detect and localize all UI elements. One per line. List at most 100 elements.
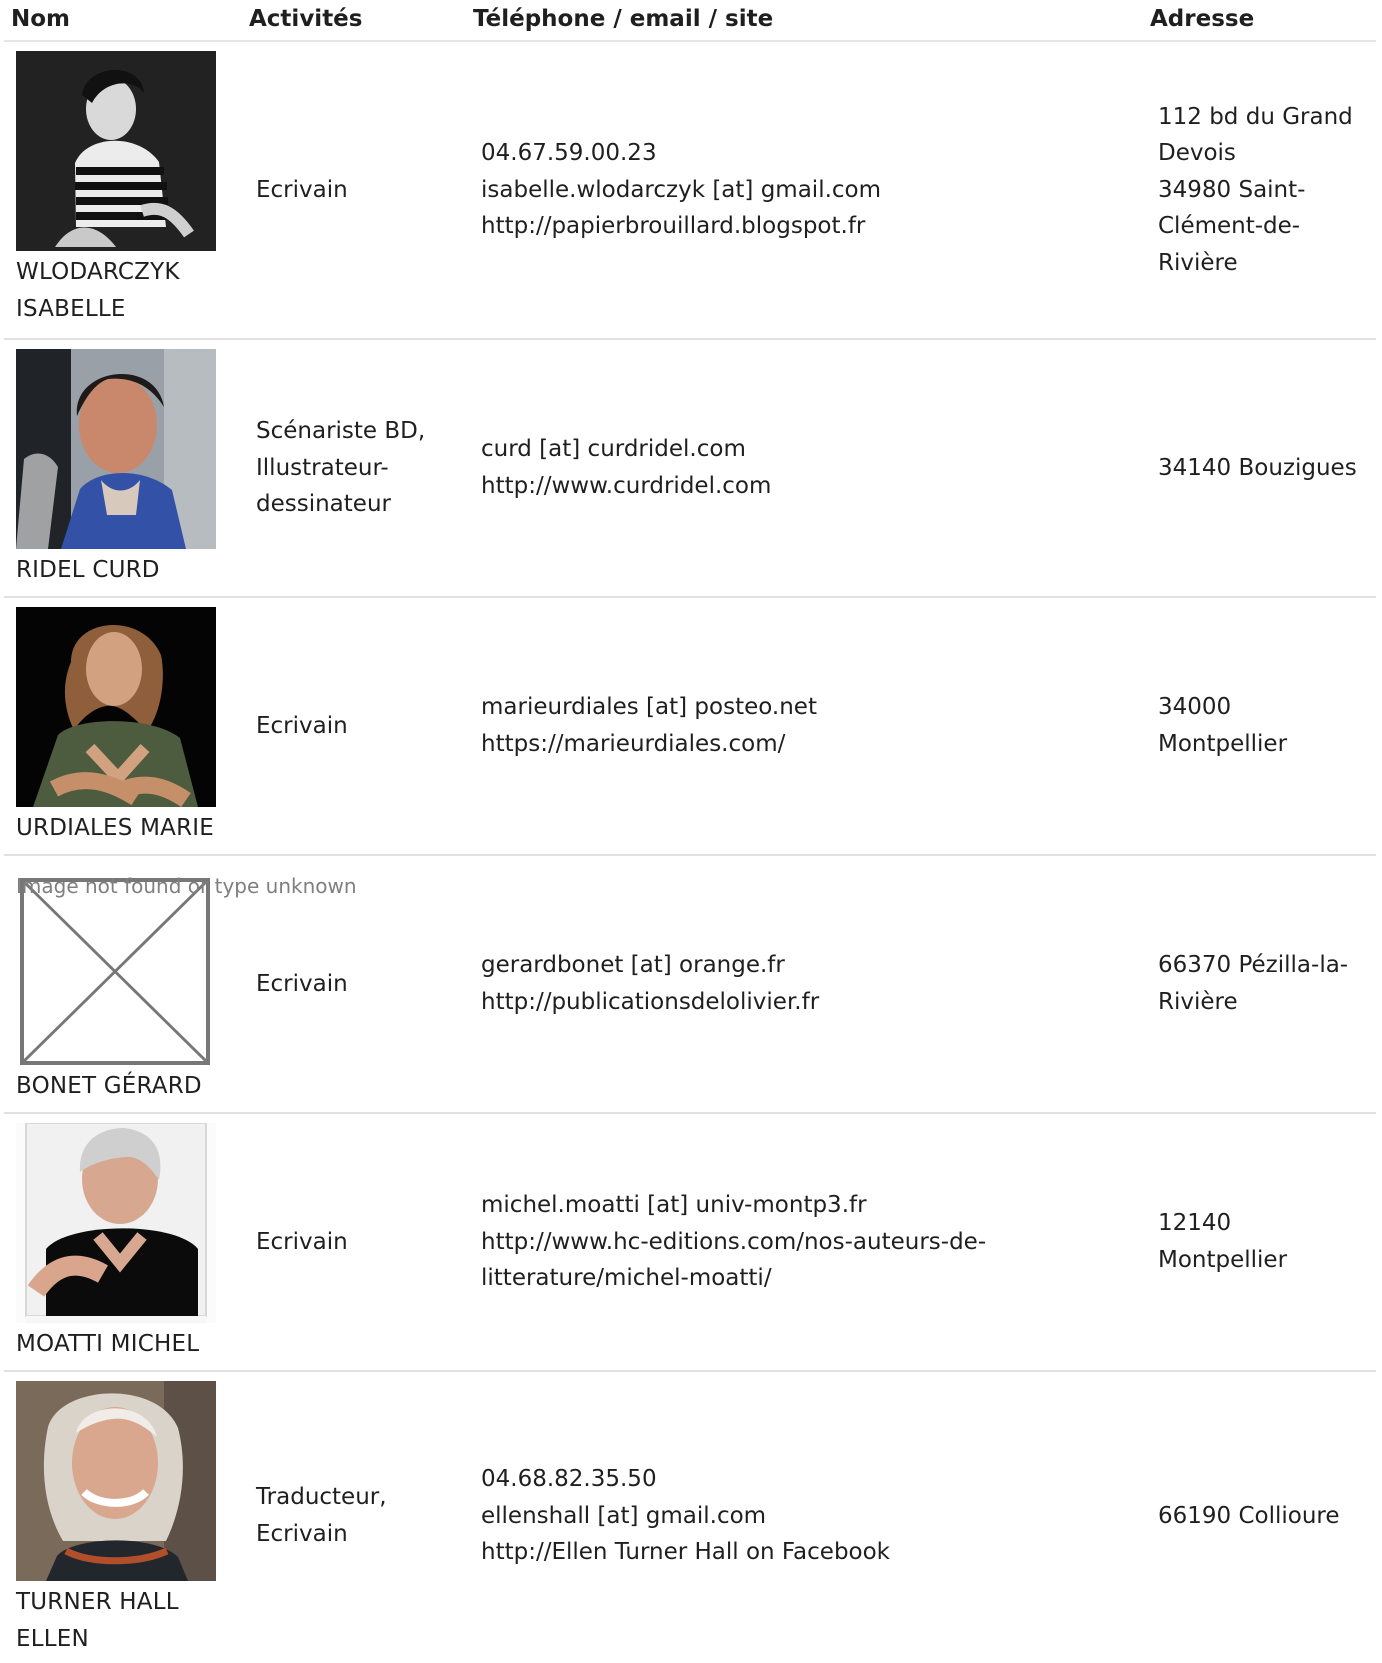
address-line: 34000: [1158, 694, 1232, 721]
table-row: MOATTI MICHEL Ecrivain michel.moatti [at…: [4, 1114, 1376, 1372]
missing-image: Image not found or type unknown: [16, 865, 357, 1065]
activities-cell: Ecrivain: [256, 42, 456, 338]
website-text: http://papierbrouillard.blogspot.fr: [481, 213, 866, 240]
person-name: MOATTI MICHEL: [16, 1326, 236, 1363]
address-cell: 34140 Bouzigues: [1158, 340, 1382, 596]
address-line: 12140: [1158, 1210, 1232, 1237]
address-line: 34140 Bouzigues: [1158, 454, 1357, 481]
name-line: URDIALES MARIE: [16, 815, 214, 841]
name-line: BONET GÉRARD: [16, 1073, 202, 1099]
address-line: Rivière: [1158, 249, 1238, 276]
contact-cell: marieurdiales [at] posteo.net https://ma…: [481, 598, 1041, 854]
name-column-header: Nom: [11, 6, 71, 32]
name-cell: URDIALES MARIE: [16, 607, 236, 854]
name-line: TURNER HALL: [16, 1589, 179, 1615]
activities-cell: Scénariste BD, Illustrateur- dessinateur: [256, 340, 456, 596]
address-cell: 66370 Pézilla-la- Rivière: [1158, 856, 1382, 1112]
activities-cell: Traducteur, Ecrivain: [256, 1372, 456, 1660]
address-cell: 66190 Collioure: [1158, 1372, 1382, 1660]
address-cell: 112 bd du Grand Devois 34980 Saint- Clém…: [1158, 42, 1382, 338]
portrait-urdiales: [16, 607, 216, 807]
directory-table: Nom Activités Téléphone / email / site A…: [4, 0, 1376, 1660]
contact-cell: 04.67.59.00.23 isabelle.wlodarczyk [at] …: [481, 42, 1041, 338]
email-text: isabelle.wlodarczyk [at] gmail.com: [481, 176, 882, 203]
person-name: WLODARCZYK ISABELLE: [16, 254, 236, 327]
name-cell: TURNER HALL ELLEN: [16, 1381, 236, 1660]
website-text: http://publicationsdelolivier.fr: [481, 989, 820, 1015]
table-row: URDIALES MARIE Ecrivain marieurdiales [a…: [4, 598, 1376, 856]
person-name: URDIALES MARIE: [16, 810, 236, 847]
address-line: Montpellier: [1158, 731, 1288, 757]
name-line: ISABELLE: [16, 295, 126, 322]
contact-cell: 04.68.82.35.50 ellenshall [at] gmail.com…: [481, 1372, 1041, 1660]
activities-cell: Ecrivain: [256, 598, 456, 854]
person-name: BONET GÉRARD: [16, 1068, 236, 1105]
activity-line: Ecrivain: [256, 176, 348, 203]
address-line: 66370 Pézilla-la-: [1158, 952, 1349, 979]
address-line: 34980 Saint-: [1158, 176, 1306, 203]
contact-cell: gerardbonet [at] orange.fr http://public…: [481, 856, 1041, 1112]
author-photo: [16, 1123, 216, 1323]
address-line: Clément-de-: [1158, 213, 1301, 240]
email-text: ellenshall [at] gmail.com: [481, 1502, 767, 1529]
activity-line: Ecrivain: [256, 1228, 348, 1255]
activity-line: Scénariste BD,: [256, 418, 426, 445]
phone-number: 04.67.59.00.23: [481, 140, 657, 167]
portrait-ridel: [16, 349, 216, 549]
website-text: http://Ellen Turner Hall on Facebook: [481, 1539, 891, 1566]
address-line: 112 bd du Grand: [1158, 103, 1353, 130]
name-cell: Image not found or type unknown BONET GÉ…: [16, 865, 357, 1112]
name-cell: RIDEL CURD: [16, 349, 236, 596]
address-line: Montpellier: [1158, 1247, 1288, 1273]
author-photo: [16, 607, 216, 807]
author-photo: [16, 1381, 216, 1581]
email-text: curd [at] curdridel.com: [481, 436, 746, 463]
activity-line: Ecrivain: [256, 970, 348, 997]
activity-line: Ecrivain: [256, 1521, 348, 1547]
table-row: WLODARCZYK ISABELLE Ecrivain 04.67.59.00…: [4, 42, 1376, 340]
address-cell: 12140 Montpellier: [1158, 1114, 1382, 1370]
website-text: https://marieurdiales.com/: [481, 731, 786, 757]
activities-cell: Ecrivain: [256, 1114, 456, 1370]
address-line: Rivière: [1158, 989, 1238, 1015]
name-line: MOATTI MICHEL: [16, 1331, 200, 1357]
person-name: TURNER HALL ELLEN: [16, 1584, 236, 1657]
name-cell: MOATTI MICHEL: [16, 1123, 236, 1370]
missing-image-message: Image not found or type unknown: [16, 874, 357, 898]
table-row: Image not found or type unknown BONET GÉ…: [4, 856, 1376, 1114]
website-text: http://www.hc-editions.com/nos-auteurs-d…: [481, 1228, 987, 1255]
address-cell: 34000 Montpellier: [1158, 598, 1382, 854]
activity-line: dessinateur: [256, 491, 391, 518]
activity-line: Traducteur,: [256, 1484, 387, 1511]
name-line: ELLEN: [16, 1625, 89, 1652]
name-line: WLODARCZYK: [16, 259, 180, 285]
address-line: Devois: [1158, 140, 1236, 167]
name-line: RIDEL CURD: [16, 557, 160, 583]
broken-image-icon: [20, 878, 210, 1065]
name-cell: WLODARCZYK ISABELLE: [16, 51, 236, 338]
activities-column-header: Activités: [249, 6, 363, 32]
phone-number: 04.68.82.35.50: [481, 1466, 657, 1493]
address-line: 66190 Collioure: [1158, 1502, 1340, 1529]
person-name: RIDEL CURD: [16, 552, 236, 589]
portrait-turner-hall: [16, 1381, 216, 1581]
portrait-moatti: [16, 1123, 216, 1323]
address-column-header: Adresse: [1150, 6, 1255, 32]
contact-column-header: Téléphone / email / site: [473, 6, 774, 32]
contact-cell: curd [at] curdridel.com http://www.curdr…: [481, 340, 1041, 596]
email-text: marieurdiales [at] posteo.net: [481, 694, 817, 721]
table-row: RIDEL CURD Scénariste BD, Illustrateur- …: [4, 340, 1376, 598]
website-text: litterature/michel-moatti/: [481, 1265, 772, 1292]
broken-image-cross-icon: [24, 882, 206, 1061]
table-header: Nom Activités Téléphone / email / site A…: [4, 0, 1376, 42]
email-text: gerardbonet [at] orange.fr: [481, 952, 785, 979]
author-photo: [16, 51, 216, 251]
activity-line: Ecrivain: [256, 712, 348, 739]
portrait-wlodarczyk: [16, 51, 216, 251]
contact-cell: michel.moatti [at] univ-montp3.fr http:/…: [481, 1114, 1041, 1370]
email-text: michel.moatti [at] univ-montp3.fr: [481, 1192, 867, 1219]
website-text: http://www.curdridel.com: [481, 473, 772, 499]
table-row: TURNER HALL ELLEN Traducteur, Ecrivain 0…: [4, 1372, 1376, 1660]
activity-line: Illustrateur-: [256, 454, 389, 481]
author-photo: [16, 349, 216, 549]
